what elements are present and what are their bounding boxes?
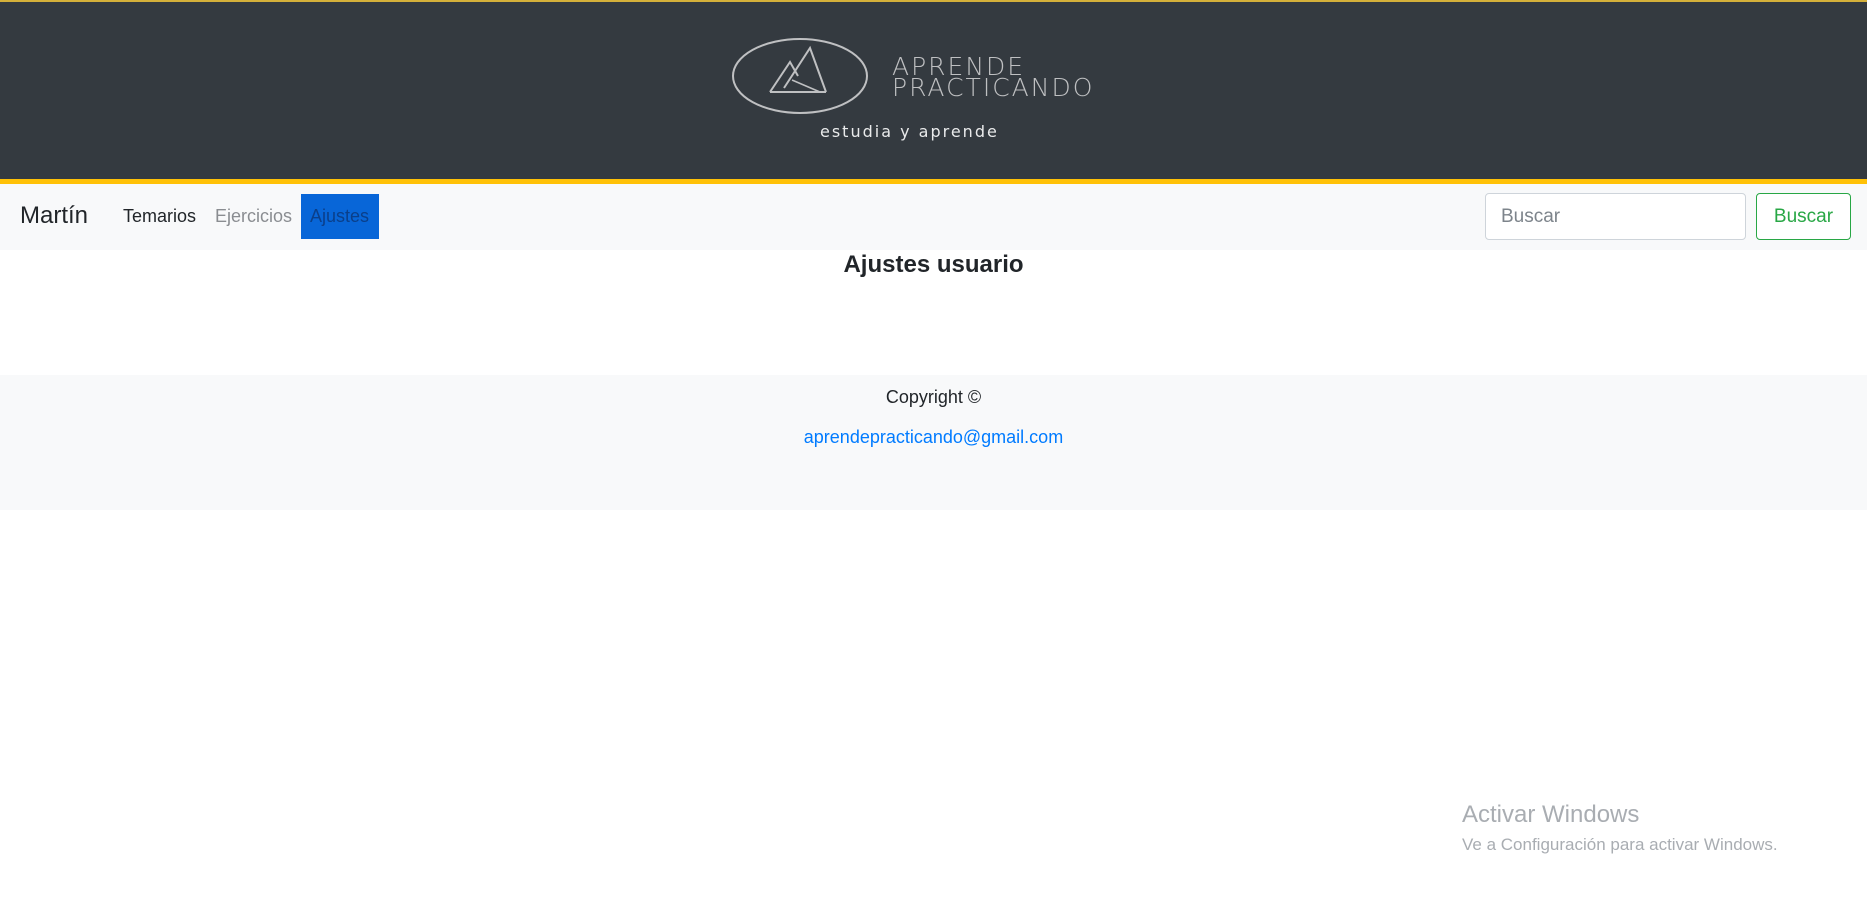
email-link[interactable]: aprendepracticando@gmail.com xyxy=(804,427,1063,447)
search-input[interactable] xyxy=(1485,193,1746,240)
navbar-brand[interactable]: Martín xyxy=(20,202,88,230)
nav-link-ajustes[interactable]: Ajustes xyxy=(301,194,379,239)
copyright-text: Copyright © xyxy=(885,387,982,407)
navbar: Martín Temarios Ejercicios Ajustes Busca… xyxy=(0,184,1867,250)
page-title: Ajustes usuario xyxy=(843,251,1024,278)
logo-tagline: estudia y aprende xyxy=(820,122,999,141)
watermark-subtitle: Ve a Configuración para activar Windows. xyxy=(1462,835,1778,854)
mountain-logo-icon xyxy=(732,38,868,114)
site-logo[interactable]: APRENDE PRACTICANDO estudia y aprende xyxy=(730,36,1150,156)
windows-activation-watermark: Activar Windows Ve a Configuración para … xyxy=(1462,801,1778,855)
footer: Copyright © aprendepracticando@gmail.com xyxy=(0,375,1867,510)
nav-link-ejercicios[interactable]: Ejercicios xyxy=(215,194,292,239)
email-link-container: aprendepracticando@gmail.com xyxy=(0,427,1867,448)
nav-link-temarios[interactable]: Temarios xyxy=(123,194,196,239)
header-banner: APRENDE PRACTICANDO estudia y aprende xyxy=(0,0,1867,184)
search-button[interactable]: Buscar xyxy=(1756,193,1851,240)
watermark-title: Activar Windows xyxy=(1462,801,1640,828)
logo-title-line2: PRACTICANDO xyxy=(892,73,1095,102)
